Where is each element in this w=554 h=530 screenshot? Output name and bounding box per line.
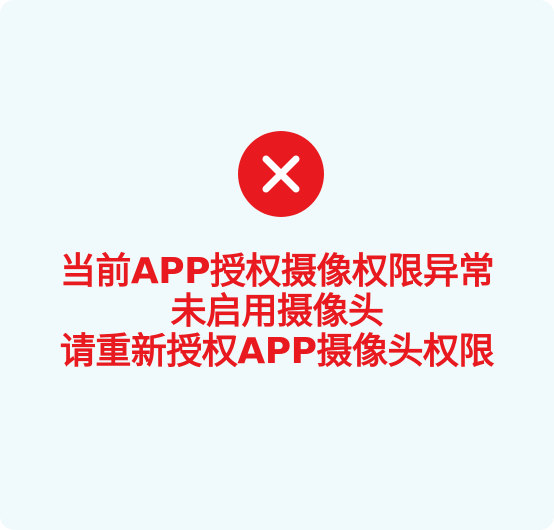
error-message: 当前APP授权摄像权限异常 未启用摄像头 请重新授权APP摄像头权限 (0, 252, 554, 372)
camera-permission-error-panel: 当前APP授权摄像权限异常 未启用摄像头 请重新授权APP摄像头权限 (0, 0, 554, 530)
close-circle-icon (238, 131, 324, 217)
error-message-line-3: 请重新授权APP摄像头权限 (59, 331, 495, 372)
error-message-line-1: 当前APP授权摄像权限异常 (59, 251, 495, 292)
x-mark-icon (262, 155, 300, 193)
error-message-line-2: 未启用摄像头 (170, 291, 384, 332)
